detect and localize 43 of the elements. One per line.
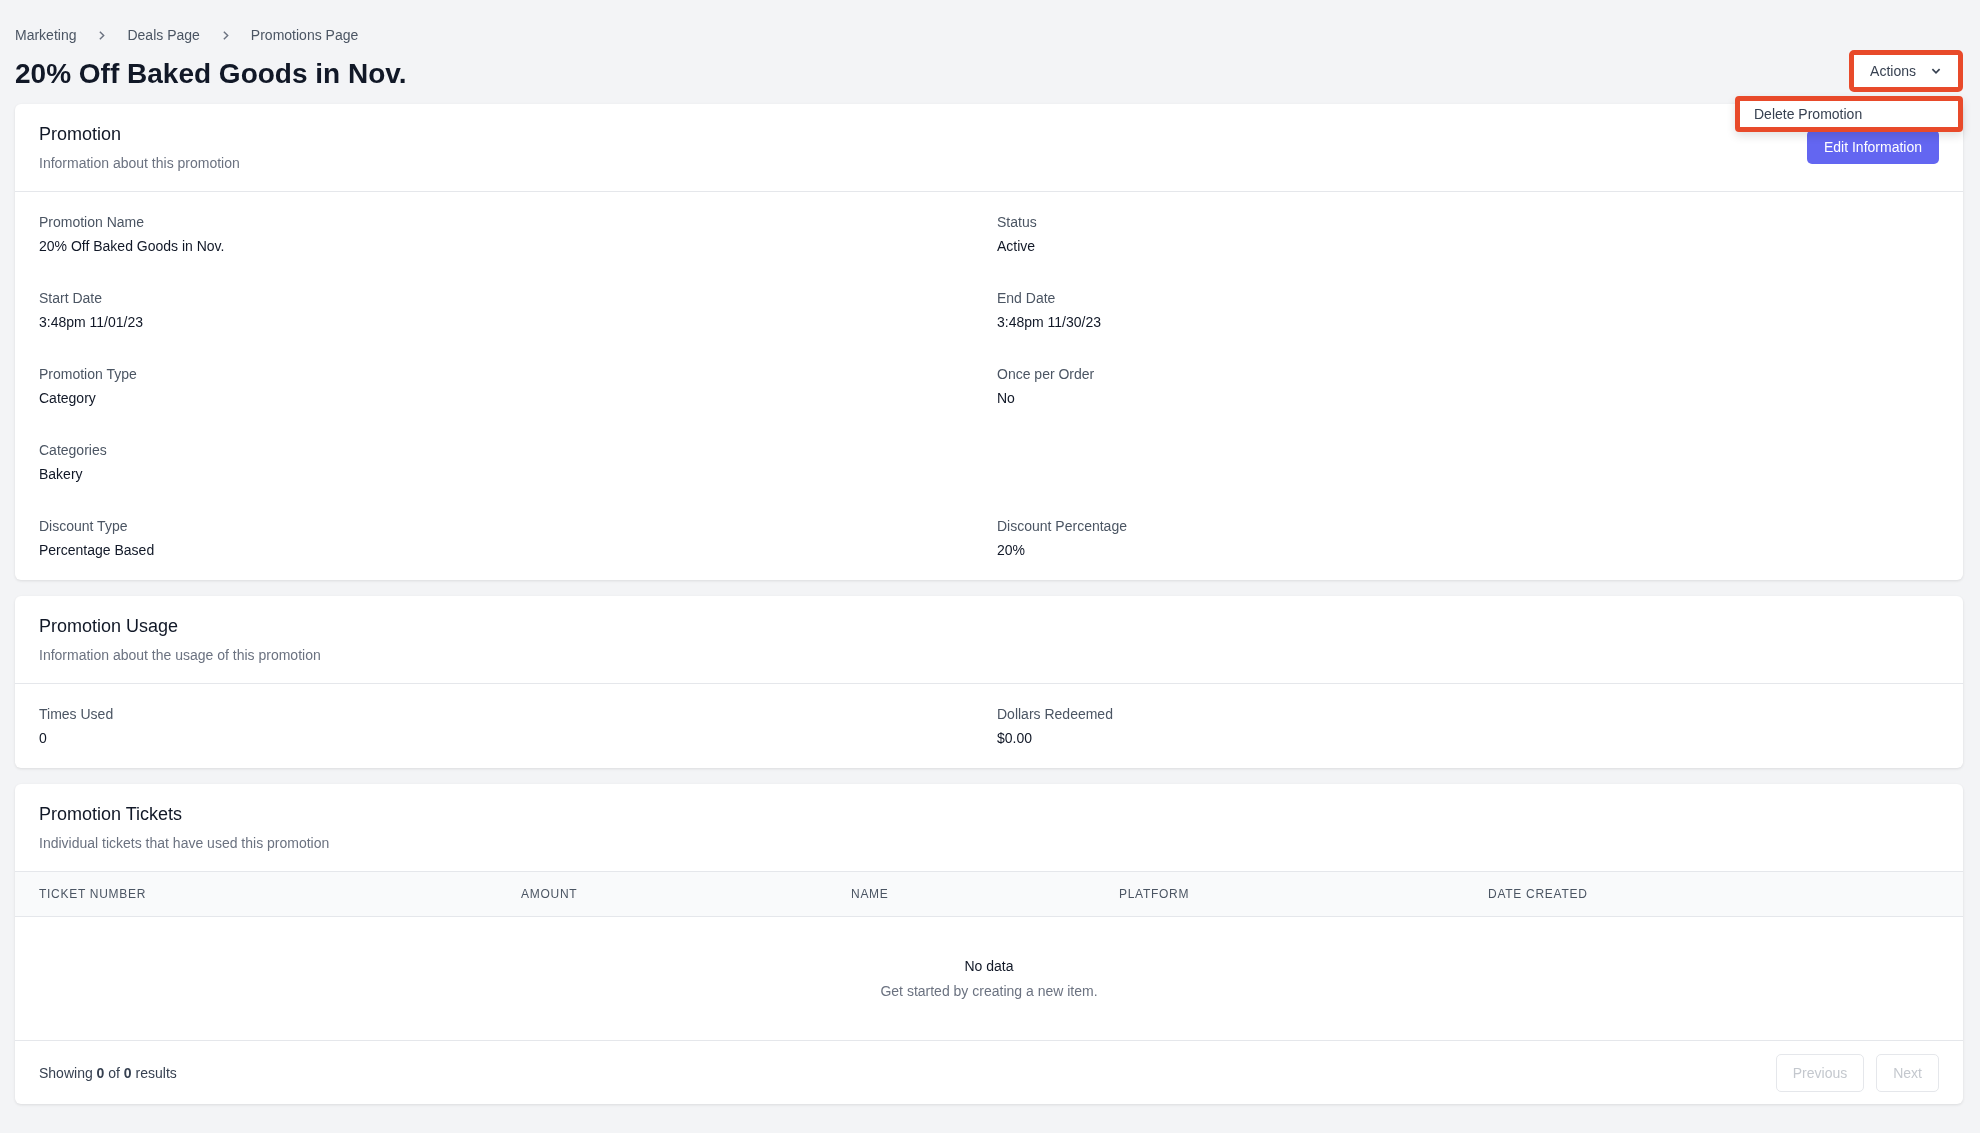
field-value: No xyxy=(997,390,1016,406)
empty-text: Get started by creating a new item. xyxy=(880,983,1098,999)
section-subtitle: Information about the usage of this promotion xyxy=(39,647,321,663)
column-header: DATE CREATED xyxy=(1488,887,1589,901)
edit-button[interactable]: Edit Information xyxy=(1806,130,1939,164)
field-value: Active xyxy=(997,238,1037,254)
field-label: Status xyxy=(997,214,1038,230)
field-value: 0 xyxy=(39,730,48,746)
field-value: $0.00 xyxy=(997,730,1034,746)
field-label: Once per Order xyxy=(997,366,1096,382)
breadcrumb-link[interactable]: Promotions Page xyxy=(250,27,359,43)
field-label: Dollars Redeemed xyxy=(997,706,1114,722)
page-title: 20% Off Baked Goods in Nov. xyxy=(15,58,407,90)
field-label: Discount Percentage xyxy=(997,518,1128,534)
field-value: Bakery xyxy=(39,466,84,482)
section-subtitle: Information about this promotion xyxy=(39,155,240,171)
section-subtitle: Individual tickets that have used this promotion xyxy=(39,835,330,851)
field-label: Discount Type xyxy=(39,518,129,534)
column-header: AMOUNT xyxy=(521,887,579,901)
field-value: 3:48pm 11/30/23 xyxy=(997,314,1103,330)
field-value: Category xyxy=(39,390,97,406)
section-title: Promotion xyxy=(39,124,123,145)
field-label: Start Date xyxy=(39,290,104,306)
breadcrumb-link[interactable]: Deals Page xyxy=(127,27,200,43)
field-label: End Date xyxy=(997,290,1057,306)
section-title: Promotion Usage xyxy=(39,616,180,637)
field-value: 20% xyxy=(997,542,1027,558)
field-label: Times Used xyxy=(39,706,115,722)
field-label: Categories xyxy=(39,442,108,458)
field-value: 3:48pm 11/01/23 xyxy=(39,314,145,330)
breadcrumb-link[interactable]: Marketing xyxy=(15,27,77,43)
empty-title: No data xyxy=(964,958,1014,974)
column-header: TICKET NUMBER xyxy=(39,887,148,901)
field-value: 20% Off Baked Goods in Nov. xyxy=(39,238,226,254)
results-text: Showing 0 of 0 results xyxy=(39,1065,177,1081)
column-header: NAME xyxy=(851,887,890,901)
section-title: Promotion Tickets xyxy=(39,804,184,825)
menu-item[interactable]: Delete Promotion xyxy=(1735,96,1963,132)
field-label: Promotion Type xyxy=(39,366,138,382)
field-label: Promotion Name xyxy=(39,214,146,230)
column-header: PLATFORM xyxy=(1119,887,1191,901)
field-value: Percentage Based xyxy=(39,542,156,558)
actions-button[interactable]: Actions xyxy=(1849,50,1963,92)
